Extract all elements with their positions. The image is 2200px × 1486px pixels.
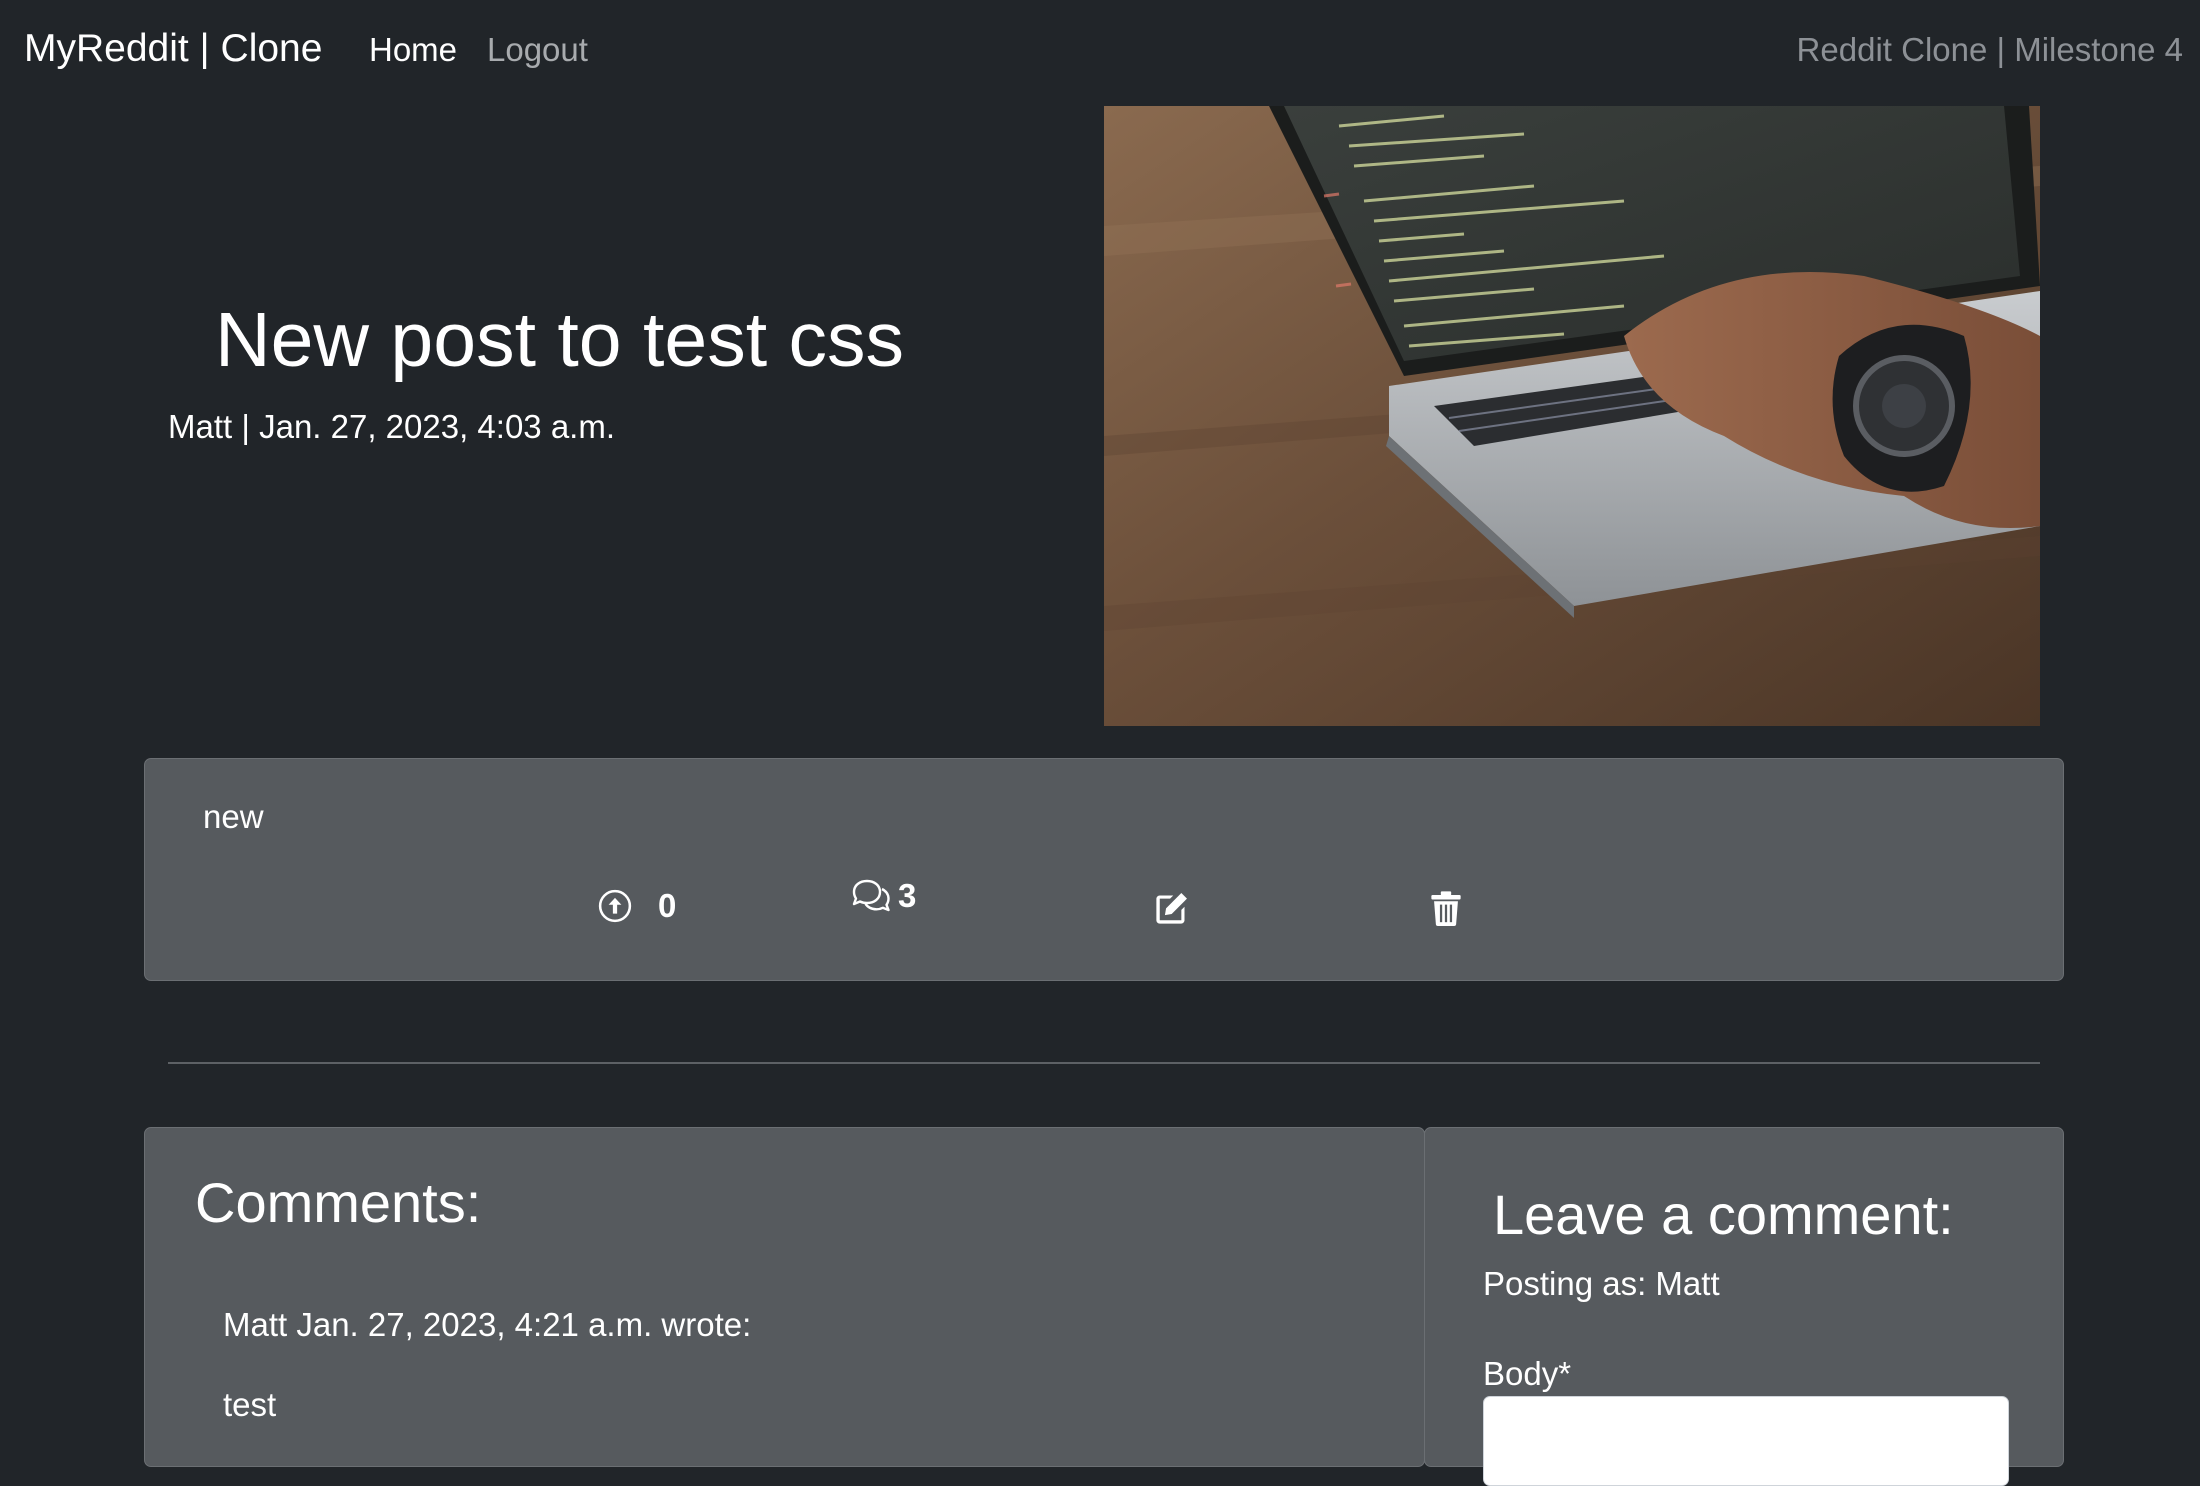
posting-as-text: Posting as: Matt	[1483, 1265, 1720, 1302]
comment-count: 3	[898, 877, 917, 914]
nav-home-link[interactable]: Home	[369, 28, 457, 72]
post-title: New post to test css	[215, 297, 904, 383]
nav-logout-link[interactable]: Logout	[487, 28, 588, 72]
upvote-count: 0	[658, 887, 677, 924]
arrow-up-circle-icon[interactable]	[598, 889, 632, 923]
body-field-label: Body*	[1483, 1355, 1572, 1392]
brand-link[interactable]: MyReddit | Clone	[24, 24, 322, 74]
comment-form-heading: Leave a comment:	[1493, 1183, 1954, 1246]
comment-body: test	[223, 1386, 277, 1423]
delete-post-button[interactable]	[1430, 890, 1462, 926]
comments-link[interactable]: 3	[850, 877, 916, 915]
edit-post-button[interactable]	[1153, 891, 1189, 927]
comment-header: Matt Jan. 27, 2023, 4:21 a.m. wrote:	[223, 1306, 752, 1343]
laptop-coding-photo	[1104, 106, 2040, 726]
post-body-card: new 0 3	[144, 758, 2064, 981]
navbar: MyReddit | Clone Home Logout Reddit Clon…	[0, 0, 2200, 100]
comments-heading: Comments:	[195, 1171, 482, 1234]
upvote-button[interactable]: 0	[598, 887, 676, 925]
pencil-square-icon[interactable]	[1153, 891, 1189, 927]
chat-bubbles-icon[interactable]	[850, 878, 892, 914]
navbar-subtitle: Reddit Clone | Milestone 4	[1796, 31, 2183, 68]
body-textarea[interactable]	[1483, 1396, 2009, 1486]
comment-form-card: Leave a comment: Posting as: Matt Body*	[1424, 1127, 2064, 1486]
post-meta: Matt | Jan. 27, 2023, 4:03 a.m.	[168, 408, 615, 445]
comments-card: Comments: Matt Jan. 27, 2023, 4:21 a.m. …	[144, 1127, 1425, 1467]
post-body-text: new	[203, 798, 264, 835]
section-divider	[168, 1062, 2040, 1064]
trash-icon[interactable]	[1430, 890, 1462, 926]
